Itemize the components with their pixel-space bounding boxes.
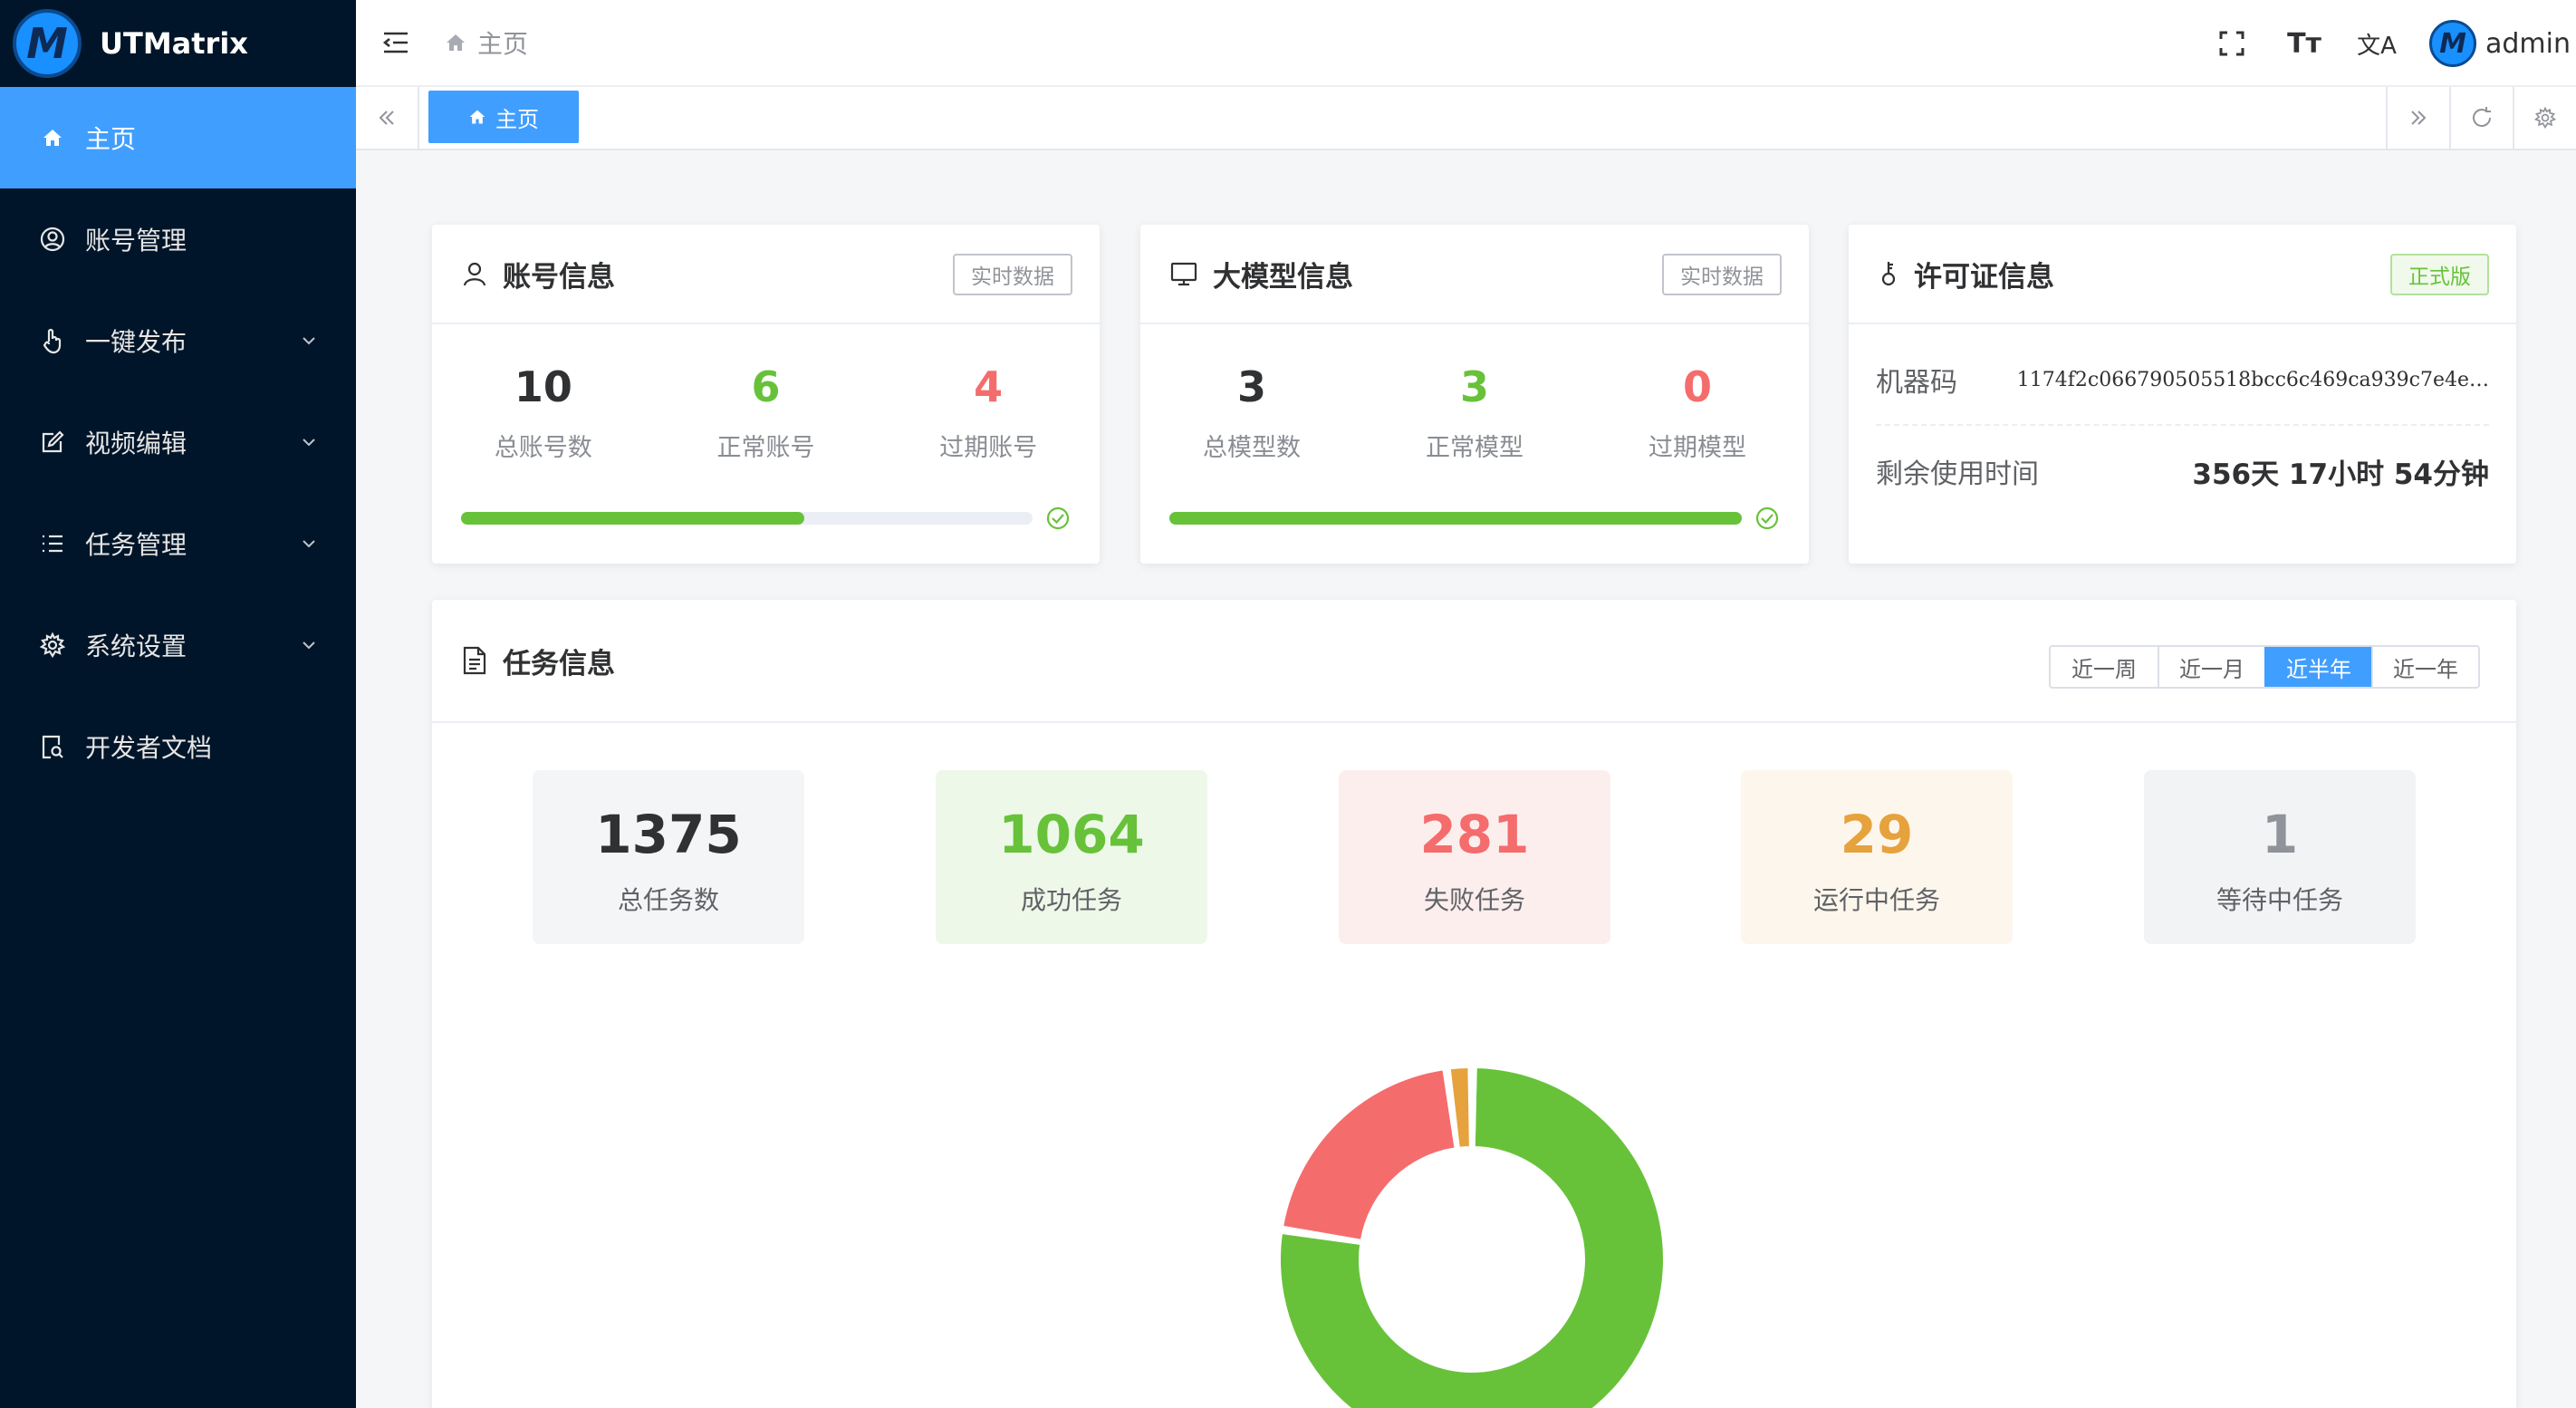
stat-failed-tasks: 281 失败任务 bbox=[1339, 770, 1610, 944]
period-half-year[interactable]: 近半年 bbox=[2264, 647, 2371, 687]
sidebar-item-docs[interactable]: 开发者文档 bbox=[0, 696, 356, 797]
machine-code-row: 机器码 1174f2c066790505518bcc6c469ca939c7e4… bbox=[1876, 335, 2489, 426]
realtime-tag: 实时数据 bbox=[1662, 254, 1782, 295]
home-icon bbox=[469, 110, 485, 124]
breadcrumb: 主页 bbox=[445, 24, 528, 61]
document-search-icon bbox=[38, 732, 67, 761]
stat-success-tasks: 1064 成功任务 bbox=[936, 770, 1207, 944]
logo[interactable]: M UTMatrix bbox=[0, 0, 356, 87]
stat-expired-accounts: 4 过期账号 bbox=[939, 362, 1038, 462]
gear-icon bbox=[38, 631, 67, 660]
stat-normal-accounts: 6 正常账号 bbox=[716, 362, 815, 462]
breadcrumb-item[interactable]: 主页 bbox=[477, 24, 528, 61]
tab-label: 主页 bbox=[495, 106, 539, 132]
pointer-hand-icon bbox=[38, 326, 67, 355]
avatar[interactable]: M bbox=[2429, 20, 2476, 67]
logo-icon: M bbox=[13, 9, 82, 78]
task-status-donut-chart bbox=[1279, 1066, 1665, 1408]
sidebar-item-home[interactable]: 主页 bbox=[0, 87, 356, 188]
sidebar-item-label: 账号管理 bbox=[85, 226, 187, 256]
period-selector: 近一周 近一月 近半年 近一年 bbox=[2049, 645, 2480, 689]
scroll-left-button[interactable] bbox=[356, 87, 419, 149]
card-title: 账号信息 bbox=[503, 260, 615, 294]
check-circle-icon bbox=[1046, 506, 1070, 530]
card-title: 许可证信息 bbox=[1914, 260, 2054, 294]
realtime-tag: 实时数据 bbox=[953, 254, 1072, 295]
sidebar-item-video-edit[interactable]: 视频编辑 bbox=[0, 391, 356, 493]
chevron-down-icon bbox=[303, 540, 315, 548]
card-title: 任务信息 bbox=[503, 647, 615, 680]
user-circle-icon bbox=[38, 225, 67, 254]
license-info-card: 许可证信息 正式版 机器码 1174f2c066790505518bcc6c46… bbox=[1849, 225, 2516, 564]
sidebar-item-label: 开发者文档 bbox=[85, 733, 213, 763]
tab-home[interactable]: 主页 bbox=[428, 91, 579, 143]
donut-slice-0[interactable] bbox=[1279, 1066, 1665, 1408]
sidebar: M UTMatrix 主页 账号管理 一键发布 视频编辑 任务管理 系统设置 开… bbox=[0, 0, 356, 1408]
translate-icon[interactable]: 文A bbox=[2357, 24, 2397, 63]
donut-slice-1[interactable] bbox=[1282, 1068, 1456, 1241]
double-chevron-left-icon bbox=[379, 111, 394, 125]
tabs-bar: 主页 bbox=[356, 87, 2576, 150]
menu-fold-icon[interactable] bbox=[378, 24, 414, 61]
period-week[interactable]: 近一周 bbox=[2051, 647, 2158, 687]
period-year[interactable]: 近一年 bbox=[2371, 647, 2478, 687]
period-month[interactable]: 近一月 bbox=[2158, 647, 2264, 687]
refresh-icon bbox=[2473, 107, 2491, 127]
card-title: 大模型信息 bbox=[1213, 260, 1353, 294]
stat-running-tasks: 29 运行中任务 bbox=[1741, 770, 2013, 944]
header: 主页 Tт 文A M admin bbox=[356, 0, 2576, 87]
stat-waiting-tasks: 1 等待中任务 bbox=[2144, 770, 2416, 944]
username[interactable]: admin bbox=[2485, 28, 2571, 60]
progress-fill bbox=[1169, 512, 1742, 525]
stat-total-tasks: 1375 总任务数 bbox=[533, 770, 804, 944]
stat-total-models: 3 总模型数 bbox=[1203, 362, 1301, 462]
remaining-time-row: 剩余使用时间 356天 17小时 54分钟 bbox=[1876, 426, 2489, 516]
list-icon bbox=[38, 529, 67, 558]
sidebar-item-label: 系统设置 bbox=[85, 632, 187, 661]
account-info-card: 账号信息 实时数据 10 总账号数 6 正常账号 4 过期账号 bbox=[432, 225, 1100, 564]
account-progress bbox=[461, 506, 1071, 531]
model-progress bbox=[1169, 506, 1780, 531]
chevron-down-icon bbox=[303, 641, 315, 650]
license-edition-tag: 正式版 bbox=[2390, 254, 2489, 295]
machine-code-value[interactable]: 1174f2c066790505518bcc6c469ca939c7e4e… bbox=[2017, 369, 2489, 391]
sidebar-item-label: 任务管理 bbox=[85, 530, 187, 560]
key-icon bbox=[1881, 262, 1896, 286]
user-icon bbox=[463, 262, 486, 286]
refresh-button[interactable] bbox=[2449, 87, 2513, 149]
double-chevron-right-icon bbox=[2411, 111, 2427, 125]
edit-icon bbox=[38, 428, 67, 457]
sidebar-item-settings[interactable]: 系统设置 bbox=[0, 594, 356, 696]
gear-icon bbox=[2533, 106, 2557, 130]
tab-settings-button[interactable] bbox=[2513, 87, 2576, 149]
sidebar-item-label: 主页 bbox=[85, 124, 137, 154]
stat-normal-models: 3 正常模型 bbox=[1426, 362, 1523, 462]
sidebar-item-tasks[interactable]: 任务管理 bbox=[0, 493, 356, 594]
stat-total-accounts: 10 总账号数 bbox=[494, 362, 592, 462]
chevron-down-icon bbox=[303, 337, 315, 345]
model-info-card: 大模型信息 实时数据 3 总模型数 3 正常模型 0 过期模型 bbox=[1140, 225, 1809, 564]
chevron-down-icon bbox=[303, 439, 315, 447]
home-icon bbox=[38, 123, 67, 152]
monitor-icon bbox=[1170, 262, 1197, 286]
progress-fill bbox=[461, 512, 804, 525]
font-size-icon[interactable]: Tт bbox=[2284, 24, 2324, 63]
scroll-right-button[interactable] bbox=[2386, 87, 2449, 149]
app-name: UTMatrix bbox=[100, 26, 248, 61]
check-circle-icon bbox=[1755, 506, 1779, 530]
sidebar-item-label: 视频编辑 bbox=[85, 429, 187, 458]
remaining-time-value: 356天 17小时 54分钟 bbox=[2192, 458, 2489, 491]
fullscreen-icon[interactable] bbox=[2212, 24, 2252, 63]
sidebar-item-publish[interactable]: 一键发布 bbox=[0, 290, 356, 391]
sidebar-item-label: 一键发布 bbox=[85, 327, 187, 357]
document-icon bbox=[463, 646, 486, 675]
home-icon bbox=[447, 34, 465, 51]
stat-expired-models: 0 过期模型 bbox=[1648, 362, 1746, 462]
sidebar-item-accounts[interactable]: 账号管理 bbox=[0, 188, 356, 290]
